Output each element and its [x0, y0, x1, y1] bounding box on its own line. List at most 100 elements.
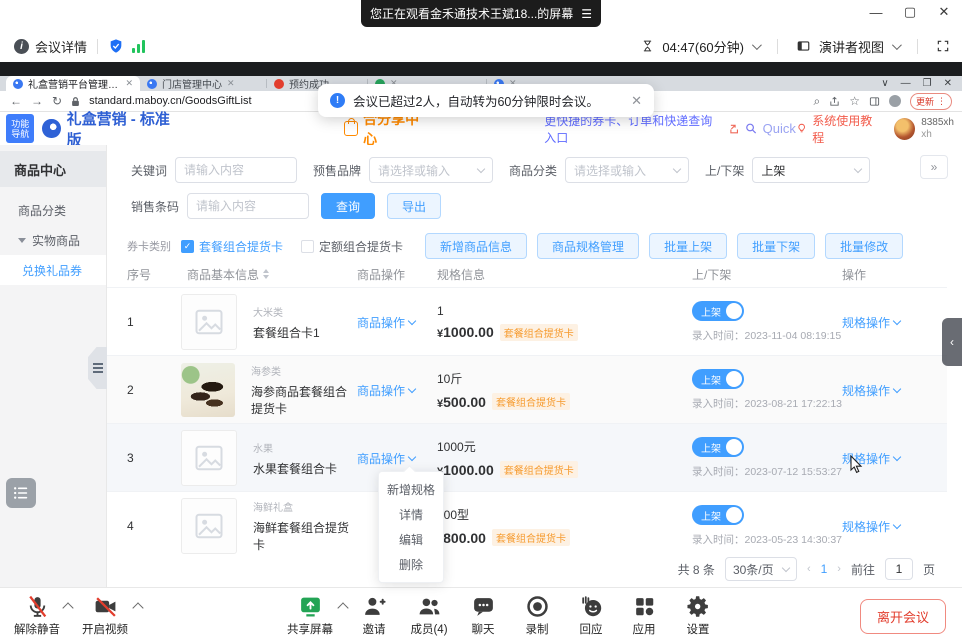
minimize-button[interactable]: —	[866, 5, 886, 20]
current-page[interactable]: 1	[821, 562, 828, 576]
start-video-button[interactable]: 开启视频	[76, 594, 134, 637]
spec-action-dropdown[interactable]: 规格操作	[842, 382, 900, 399]
share-page-icon[interactable]	[829, 96, 840, 107]
view-dropdown-icon[interactable]	[892, 40, 902, 50]
user-avatar[interactable]	[894, 118, 915, 140]
shelf-toggle[interactable]: 上架	[692, 369, 744, 389]
unmute-button[interactable]: 解除静音	[8, 594, 66, 637]
menu-item-detail[interactable]: 详情	[379, 502, 443, 527]
tab-close-icon[interactable]: ✕	[125, 78, 133, 89]
settings-button[interactable]: 设置	[669, 594, 727, 637]
chat-button[interactable]: 聊天	[454, 594, 512, 637]
reactions-button[interactable]: 回应	[562, 594, 620, 637]
zoom-page-icon[interactable]: ⌕	[813, 94, 820, 109]
toast-close-icon[interactable]: ✕	[631, 93, 642, 109]
meeting-detail-button[interactable]: i 会议详情	[0, 37, 87, 56]
tab-favicon	[13, 79, 23, 89]
side-panel-icon[interactable]	[869, 96, 880, 107]
menu-item-add-spec[interactable]: 新增规格	[379, 477, 443, 502]
floating-list-button[interactable]	[6, 478, 36, 508]
share-screen-button[interactable]: 共享屏幕	[281, 594, 339, 637]
spec-action-dropdown[interactable]: 规格操作	[842, 314, 900, 331]
sort-icon[interactable]	[263, 269, 269, 279]
lightbulb-icon	[796, 122, 807, 135]
nav-toggle-button[interactable]: 功能 导航	[6, 114, 34, 143]
prev-page-button[interactable]: ‹	[807, 563, 811, 575]
site-header: 功能 导航 礼盒营销 - 标准版 合分享中心 更快捷的券卡、订单和快递查询入口 …	[0, 112, 962, 146]
brand-logo-icon	[42, 119, 60, 138]
sidebar-item-physical-goods[interactable]: 实物商品	[0, 225, 106, 255]
export-button[interactable]: 导出	[387, 193, 441, 219]
lock-icon[interactable]	[71, 96, 80, 107]
checkbox-package-card[interactable]: ✓ 套餐组合提货卡	[181, 238, 283, 255]
category-select[interactable]: 请选择或输入	[565, 157, 689, 183]
quick-search-icon[interactable]	[745, 122, 757, 135]
timer-dropdown-icon[interactable]	[752, 40, 762, 50]
browser-profile-avatar[interactable]	[889, 95, 901, 107]
shelf-toggle[interactable]: 上架	[692, 437, 744, 457]
keyword-label: 关键词	[131, 162, 167, 179]
forward-icon[interactable]: →	[31, 94, 43, 108]
search-button[interactable]: 查询	[321, 193, 375, 219]
shelf-toggle[interactable]: 上架	[692, 301, 744, 321]
quick-link[interactable]: Quick	[763, 121, 796, 136]
barcode-input[interactable]	[187, 193, 309, 219]
record-button[interactable]: 录制	[508, 594, 566, 637]
close-button[interactable]: ✕	[934, 4, 954, 20]
side-panel-handle[interactable]: ‹	[942, 318, 962, 366]
shelf-toggle[interactable]: 上架	[692, 505, 744, 525]
product-action-dropdown[interactable]: 商品操作	[357, 382, 415, 399]
chevron-down-icon	[893, 520, 901, 528]
brand-select[interactable]: 请选择或输入	[369, 157, 493, 183]
tab-close-icon[interactable]: ✕	[227, 78, 235, 89]
product-action-dropdown-open[interactable]: 商品操作	[357, 450, 415, 467]
browser-tab-2[interactable]: 门店管理中心 ✕	[140, 76, 266, 91]
browser-menu-chevron-icon[interactable]: ∨	[881, 78, 888, 89]
checkbox-fixed-card[interactable]: 定额组合提货卡	[301, 238, 403, 255]
banner-menu-icon[interactable]: ☰	[581, 7, 592, 21]
fullscreen-icon[interactable]	[936, 39, 950, 53]
spec-manage-button[interactable]: 商品规格管理	[537, 233, 639, 259]
leave-meeting-button[interactable]: 离开会议	[860, 599, 946, 634]
spec-action-dropdown[interactable]: 规格操作	[842, 518, 900, 535]
view-mode-button[interactable]: 演讲者视图	[819, 37, 884, 56]
bulk-edit-button[interactable]: 批量修改	[825, 233, 903, 259]
browser-minimize-button[interactable]: —	[901, 78, 911, 89]
url-text[interactable]: standard.maboy.cn/GoodsGiftList	[89, 95, 251, 107]
network-signal-icon[interactable]	[132, 40, 145, 53]
back-icon[interactable]: ←	[10, 94, 22, 108]
sidebar-item-goods-category[interactable]: 商品分类	[0, 195, 106, 225]
keyword-input[interactable]	[175, 157, 297, 183]
page-size-select[interactable]: 30条/页	[725, 557, 797, 581]
goto-page-input[interactable]	[885, 558, 913, 580]
tutorial-link[interactable]: 系统使用教程	[796, 112, 880, 146]
apps-button[interactable]: 应用	[615, 594, 673, 637]
watching-banner[interactable]: 您正在观看金禾通技术王斌18...的屏幕 ☰	[361, 0, 601, 27]
security-shield-icon[interactable]	[108, 38, 124, 54]
shelf-select[interactable]: 上架	[752, 157, 870, 183]
browser-restore-button[interactable]: ❐	[923, 78, 932, 89]
browser-update-button[interactable]: 更新 ⋮	[910, 93, 952, 110]
bookmark-star-icon[interactable]: ☆	[849, 94, 860, 108]
browser-tab-1[interactable]: 礼盒营销平台管理中心 ✕	[6, 76, 140, 91]
video-options-chevron[interactable]	[132, 602, 143, 613]
maximize-button[interactable]: ▢	[900, 4, 920, 20]
add-goods-button[interactable]: 新增商品信息	[425, 233, 527, 259]
more-menu-icon[interactable]: ⋮	[937, 96, 946, 107]
menu-item-edit[interactable]: 编辑	[379, 527, 443, 552]
camera-off-icon	[93, 594, 118, 619]
sidebar-section-goods-center[interactable]: 商品中心	[0, 151, 106, 187]
bulk-on-shelf-button[interactable]: 批量上架	[649, 233, 727, 259]
menu-item-delete[interactable]: 删除	[379, 552, 443, 577]
view-layout-icon	[796, 39, 811, 53]
browser-close-button[interactable]: ✕	[944, 78, 952, 89]
sidebar-item-gift-voucher[interactable]: 兑换礼品券	[0, 255, 106, 285]
next-page-button[interactable]: ›	[837, 563, 841, 575]
filter-collapse-button[interactable]: »	[920, 155, 948, 179]
members-button[interactable]: 成员(4)	[400, 594, 458, 637]
invite-button[interactable]: 邀请	[345, 594, 403, 637]
reload-icon[interactable]: ↻	[52, 94, 62, 108]
product-action-dropdown[interactable]: 商品操作	[357, 314, 415, 331]
product-image	[181, 363, 235, 417]
bulk-off-shelf-button[interactable]: 批量下架	[737, 233, 815, 259]
